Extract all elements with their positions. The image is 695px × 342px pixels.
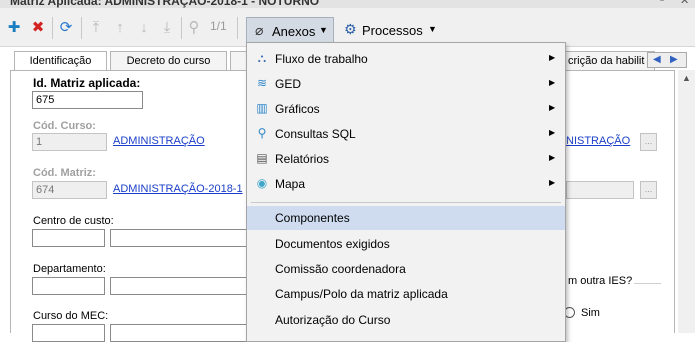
scroll-up-icon[interactable]: ▲ xyxy=(682,73,691,83)
menu-item-autorizacao-do-curso[interactable]: Autorização do Curso xyxy=(247,308,565,332)
menu-item-fluxo-de-trabalho[interactable]: ⛬ Fluxo de trabalho ▶ xyxy=(247,47,565,71)
title-bar: Matriz Aplicada: ADMINISTRAÇÃO-2018-1 - … xyxy=(0,0,695,8)
up-icon[interactable]: ↑ xyxy=(112,19,128,37)
search-icon: ⚲ xyxy=(257,126,267,140)
cod-curso-label: Cód. Curso: xyxy=(33,120,96,132)
id-matriz-input[interactable]: 675 xyxy=(32,91,143,109)
paperclip-icon: ⌀ xyxy=(255,22,264,38)
vertical-scrollbar[interactable]: ▲ xyxy=(678,70,695,333)
menu-item-mapa[interactable]: ◉ Mapa ▶ xyxy=(247,172,565,196)
menu-item-consultas-sql[interactable]: ⚲ Consultas SQL ▶ xyxy=(247,122,565,146)
anexos-button[interactable]: ⌀ Anexos ▼ xyxy=(246,17,334,44)
menu-item-componentes[interactable]: Componentes xyxy=(247,206,565,230)
menu-item-graficos[interactable]: ▥ Gráficos ▶ xyxy=(247,97,565,121)
id-matriz-label: Id. Matriz aplicada: xyxy=(33,76,141,90)
chevron-down-icon: ▼ xyxy=(428,24,437,34)
chevron-down-icon: ▼ xyxy=(319,25,328,35)
menu-item-relatorios[interactable]: ▤ Relatórios ▶ xyxy=(247,147,565,171)
anexos-dropdown-menu: ⛬ Fluxo de trabalho ▶ ≋ GED ▶ ▥ Gráficos… xyxy=(246,42,566,342)
matriz-description-input xyxy=(566,181,634,199)
centro-custo-label: Centro de custo: xyxy=(33,215,114,227)
departamento-code-input[interactable] xyxy=(32,277,105,295)
refresh-icon[interactable]: ⟳ xyxy=(56,19,76,37)
submenu-arrow-icon: ▶ xyxy=(549,153,556,162)
menu-separator xyxy=(251,202,561,203)
cod-matriz-label: Cód. Matriz: xyxy=(33,167,96,179)
cod-curso-input: 1 xyxy=(32,133,107,151)
submenu-arrow-icon: ▶ xyxy=(549,103,556,112)
centro-custo-name-input[interactable] xyxy=(110,229,250,247)
submenu-arrow-icon: ▶ xyxy=(549,53,556,62)
curso-mec-code-input[interactable] xyxy=(32,324,105,342)
outra-ies-label: m outra IES? xyxy=(566,275,635,287)
curso-link-right[interactable]: NISTRAÇÃO xyxy=(566,135,630,147)
workflow-icon: ⛬ xyxy=(257,51,267,65)
map-pin-icon: ◉ xyxy=(256,176,268,190)
departamento-name-input[interactable] xyxy=(110,277,250,295)
submenu-arrow-icon: ▶ xyxy=(549,178,556,187)
departamento-label: Departamento: xyxy=(33,263,106,275)
ged-icon: ≋ xyxy=(256,76,268,90)
gear-icon: ⚙ xyxy=(344,21,357,37)
delete-icon[interactable]: ✖ xyxy=(30,19,46,37)
matriz-lookup-button[interactable]: ... xyxy=(640,181,657,199)
chart-icon: ▥ xyxy=(256,101,268,115)
tab-scroll-buttons[interactable]: ◀ ▶ xyxy=(647,52,687,68)
down-icon[interactable]: ↓ xyxy=(136,19,152,37)
plus-icon[interactable]: ✚ xyxy=(6,19,22,37)
first-icon[interactable]: ⤒ xyxy=(88,19,104,37)
processos-label: Processos xyxy=(362,23,423,38)
menu-item-campus-polo[interactable]: Campus/Polo da matriz aplicada xyxy=(247,282,565,306)
matriz-link[interactable]: ADMINISTRAÇÃO-2018-1 xyxy=(113,183,243,195)
tab-identificacao[interactable]: Identificação xyxy=(14,51,107,72)
tab-left-icon[interactable]: ◀ xyxy=(653,54,661,65)
menu-item-ged[interactable]: ≋ GED ▶ xyxy=(247,72,565,96)
menu-item-comissao-coordenadora[interactable]: Comissão coordenadora xyxy=(247,257,565,281)
curso-mec-label: Curso do MEC: xyxy=(33,310,109,322)
anexos-label: Anexos xyxy=(272,24,316,39)
menu-item-documentos-exigidos[interactable]: Documentos exigidos xyxy=(247,232,565,256)
page-indicator: 1/1 xyxy=(210,19,227,33)
tab-descricao-habilitacao[interactable]: crição da habilit xyxy=(565,51,655,70)
submenu-arrow-icon: ▶ xyxy=(549,128,556,137)
curso-mec-name-input[interactable] xyxy=(110,324,250,342)
curso-lookup-button[interactable]: ... xyxy=(640,133,657,151)
report-icon: ▤ xyxy=(256,151,268,165)
cod-matriz-input: 674 xyxy=(32,181,107,199)
submenu-arrow-icon: ▶ xyxy=(549,78,556,87)
tab-decreto-do-curso[interactable]: Decreto do curso xyxy=(110,51,227,70)
processos-button[interactable]: ⚙ Processos ▼ xyxy=(340,17,444,44)
curso-link[interactable]: ADMINISTRAÇÃO xyxy=(113,135,205,147)
tab-right-icon[interactable]: ▶ xyxy=(670,54,678,65)
window-title: Matriz Aplicada: ADMINISTRAÇÃO-2018-1 - … xyxy=(10,0,320,8)
last-icon[interactable]: ⤓ xyxy=(159,19,175,37)
search-icon[interactable]: ⚲ xyxy=(186,19,202,37)
close-window-icon[interactable]: ✕ xyxy=(680,0,689,7)
sim-label: Sim xyxy=(581,307,600,319)
centro-custo-code-input[interactable] xyxy=(32,229,105,247)
restore-icon[interactable]: ▫ xyxy=(660,0,664,6)
